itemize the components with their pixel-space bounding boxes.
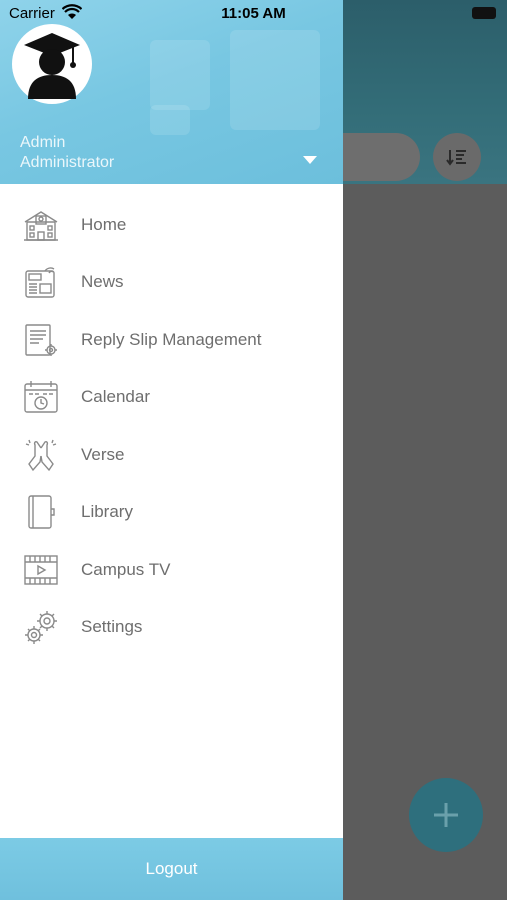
- status-bar: Carrier 11:05 AM: [0, 0, 507, 28]
- caret-down-icon: [303, 156, 317, 164]
- school-building-icon: [23, 207, 59, 243]
- menu-item-calendar[interactable]: Calendar: [0, 369, 343, 427]
- menu-item-label: Library: [81, 502, 133, 522]
- calendar-clock-icon: [23, 379, 59, 415]
- menu-item-campus-tv[interactable]: Campus TV: [0, 541, 343, 599]
- account-dropdown-toggle[interactable]: [300, 153, 320, 167]
- menu-item-label: Settings: [81, 617, 143, 637]
- menu-item-label: Home: [81, 214, 127, 234]
- clock: 11:05 AM: [221, 5, 286, 22]
- sort-button[interactable]: [433, 133, 481, 181]
- book-icon: [23, 494, 59, 530]
- battery-icon: [472, 7, 496, 19]
- avatar[interactable]: [12, 24, 92, 104]
- header-photo-shape: [230, 30, 320, 130]
- user-name: Administrator: [20, 154, 115, 171]
- add-button[interactable]: [409, 778, 483, 852]
- newspaper-icon: [23, 264, 59, 300]
- user-role: Admin: [20, 134, 66, 151]
- menu-item-verse[interactable]: Verse: [0, 426, 343, 484]
- header-photo-shape: [150, 40, 210, 110]
- drawer-menu: Home News Reply Slip Management Calendar…: [0, 196, 343, 656]
- plus-icon: [434, 803, 458, 827]
- sort-icon: [446, 150, 466, 166]
- logout-button[interactable]: Logout: [0, 838, 343, 900]
- film-play-icon: [23, 552, 59, 588]
- navigation-drawer: Admin Administrator Home News Reply Slip…: [0, 0, 343, 900]
- graduate-avatar-icon: [24, 33, 80, 99]
- gears-icon: [23, 609, 59, 645]
- praying-hands-icon: [23, 437, 59, 473]
- menu-item-news[interactable]: News: [0, 254, 343, 312]
- menu-item-reply-slip-management[interactable]: Reply Slip Management: [0, 311, 343, 369]
- menu-item-label: Calendar: [81, 387, 150, 407]
- header-photo-shape: [150, 105, 190, 135]
- document-settings-icon: [23, 322, 59, 358]
- menu-item-label: News: [81, 272, 124, 292]
- menu-item-home[interactable]: Home: [0, 196, 343, 254]
- menu-item-label: Verse: [81, 444, 125, 464]
- menu-item-settings[interactable]: Settings: [0, 599, 343, 657]
- menu-item-label: Campus TV: [81, 559, 171, 579]
- logout-label: Logout: [145, 859, 198, 878]
- menu-item-library[interactable]: Library: [0, 484, 343, 542]
- menu-item-label: Reply Slip Management: [81, 329, 262, 349]
